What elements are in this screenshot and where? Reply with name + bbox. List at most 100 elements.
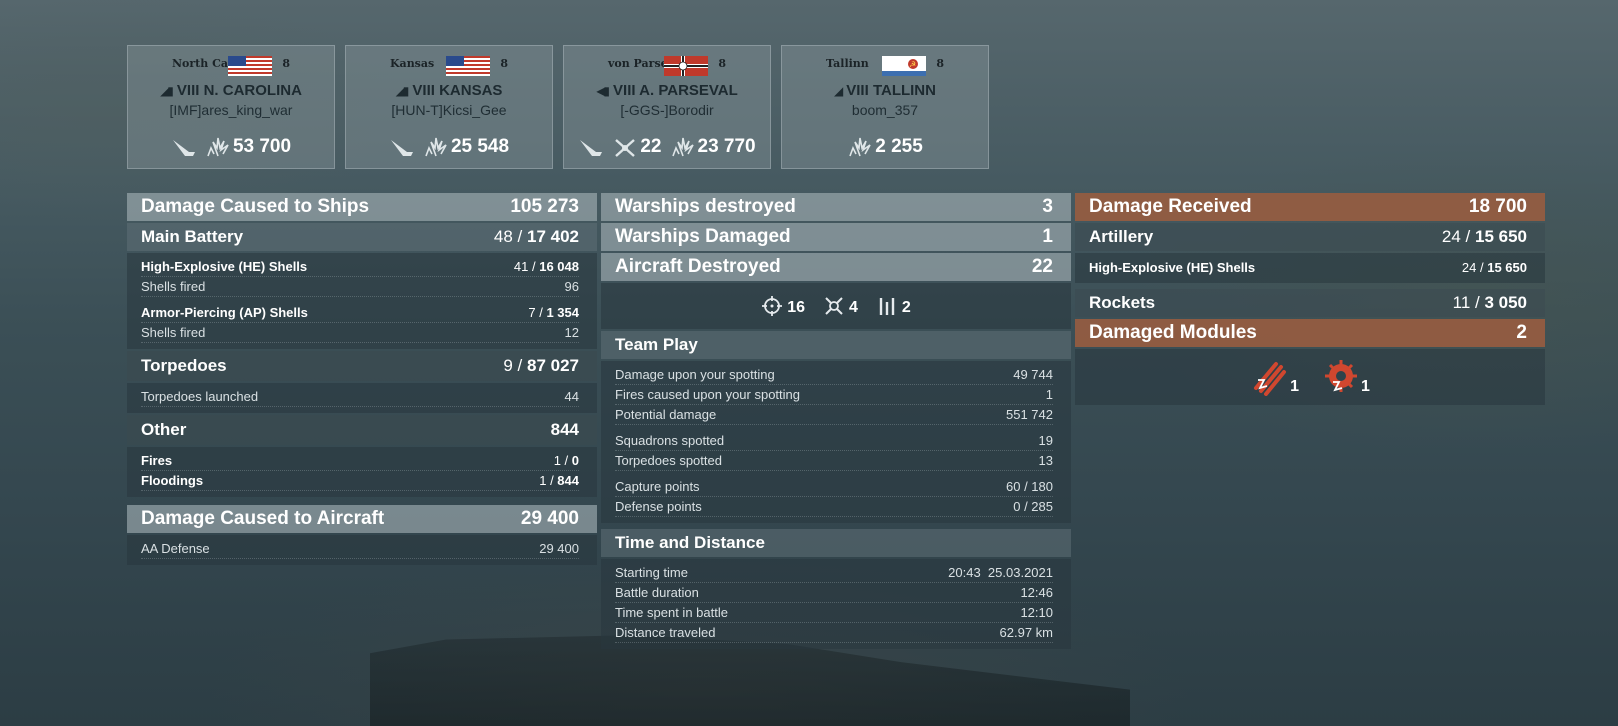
damage-ships-label: Damage Caused to Ships [141, 196, 370, 217]
results-column: Warships destroyed 3 Warships Damaged 1 Ai… [601, 193, 1071, 651]
ship-card[interactable]: von Parseval 8 ◀▮ VIII A. PARSEVAL [-GGS-… [563, 45, 771, 169]
ship-title: N. CAROLINA [203, 82, 302, 99]
ship-card[interactable]: Kansas 8 ◢▮ VIII KANSAS [HUN-T]Kicsi_Gee … [345, 45, 553, 169]
torpedoes-value: 9 / 87 027 [503, 356, 579, 375]
other-header: Other 844 [127, 415, 597, 445]
ship-cards: North Carolina 8 ◢▮ VIII N. CAROLINA [IMF… [127, 45, 989, 169]
player-name: [IMF]ares_king_war [169, 102, 293, 118]
ship-damage: 2 255 [875, 136, 923, 157]
time-distance-block: Starting time 20:43 25.03.2021 Battle dur… [601, 559, 1071, 649]
aircraft-carrier-class-icon: ◀▮ [596, 84, 610, 98]
warships-destroyed-header: Warships destroyed 3 [601, 193, 1071, 221]
ship-card[interactable]: Tallinn ☭ 8 ◢ VIII TALLINN boom_357 2 255 [781, 45, 989, 169]
received-he-row: High-Explosive (HE) Shells 24 / 15 650 [1089, 259, 1527, 275]
ship-title: KANSAS [439, 82, 503, 99]
other-value: 844 [550, 420, 579, 439]
tier-roman: VIII [613, 82, 636, 99]
crosshair-icon [762, 296, 783, 316]
tier-roman: VIII [176, 82, 200, 99]
team-play-row: Squadrons spotted 19 [615, 431, 1053, 451]
damaged-modules-header: Damaged Modules 2 [1075, 319, 1545, 347]
ship-tier: 8 [936, 57, 944, 70]
svg-text:☭: ☭ [909, 60, 916, 69]
damaged-engine-icon [1325, 360, 1357, 392]
player-name: boom_357 [851, 102, 919, 118]
artillery-header: Artillery 24 / 15 650 [1075, 223, 1545, 251]
battleship-class-icon: ◢▮ [395, 84, 410, 98]
ap-shells-row: Armor-Piercing (AP) Shells 7 / 1 354 [141, 303, 579, 323]
damage-aircraft-value: 29 400 [520, 508, 579, 529]
damage-aircraft-label: Damage Caused to Aircraft [141, 508, 385, 529]
germany-flag-icon [664, 56, 708, 76]
team-play-row: Potential damage 551 742 [615, 405, 1053, 425]
other-block: Fires 1 / 0 Floodings 1 / 844 [127, 447, 597, 497]
player-name: [-GGS-]Borodir [620, 102, 714, 118]
rockets-icon [879, 298, 895, 315]
time-distance-row: Distance traveled 62.97 km [615, 623, 1053, 643]
damage-splash-icon [207, 137, 229, 157]
ship-damage: 23 770 [697, 136, 756, 157]
rockets-header: Rockets 11 / 3 050 [1075, 289, 1545, 317]
torpedoes-launched-row: Torpedoes launched 44 [141, 387, 579, 407]
damage-splash-icon [425, 137, 447, 157]
main-battery-value: 48 / 17 402 [493, 227, 579, 246]
tier-roman: VIII [412, 82, 435, 99]
ship-title: TALLINN [872, 82, 936, 99]
damage-ships-value: 105 273 [510, 196, 579, 217]
damage-received-column: Damage Received 18 700 Artillery 24 / 15 … [1075, 193, 1545, 405]
ap-shells-fired-row: Shells fired 12 [141, 323, 579, 343]
usa-flag-icon [446, 56, 490, 76]
team-play-row: Damage upon your spotting 49 744 [615, 365, 1053, 385]
torpedoes-label: Torpedoes [141, 356, 227, 375]
damage-splash-icon [849, 137, 871, 157]
time-distance-row: Time spent in battle 12:10 [615, 603, 1053, 623]
ship-card[interactable]: North Carolina 8 ◢▮ VIII N. CAROLINA [IMF… [127, 45, 335, 169]
aa-block: AA Defense 29 400 [127, 535, 597, 565]
crossed-fighter-icon [825, 297, 843, 315]
aircraft-destroyed-icons: 16 4 2 [601, 283, 1071, 329]
tier-roman: VIII [846, 82, 869, 99]
time-distance-row: Starting time 20:43 25.03.2021 [615, 563, 1053, 583]
damaged-torpedo-tubes-icon [1254, 362, 1287, 396]
ship-name: Kansas [390, 57, 435, 70]
player-name: [HUN-T]Kicsi_Gee [391, 102, 507, 118]
floodings-row: Floodings 1 / 844 [141, 471, 579, 491]
other-label: Other [141, 420, 187, 439]
aircraft-destroyed-header: Aircraft Destroyed 22 [601, 253, 1071, 281]
damaged-modules-icons: 1 1 [1075, 349, 1545, 405]
team-play-row: Fires caused upon your spotting 1 [615, 385, 1053, 405]
ship-tier: 8 [282, 57, 290, 70]
main-battery-header: Main Battery 48 / 17 402 [127, 223, 597, 251]
ship-tier: 8 [500, 57, 508, 70]
damage-aircraft-header: Damage Caused to Aircraft 29 400 [127, 505, 597, 533]
cruiser-class-icon: ◢ [834, 84, 843, 98]
team-play-row: Defense points 0 / 285 [615, 497, 1053, 517]
ship-name: Tallinn [826, 57, 869, 70]
battleship-class-icon: ◢▮ [160, 84, 174, 98]
torpedoes-header: Torpedoes 9 / 87 027 [127, 351, 597, 381]
damage-splash-icon [671, 137, 694, 157]
ship-damage: 53 700 [232, 136, 292, 157]
main-battery-label: Main Battery [141, 227, 244, 246]
ship-tier: 8 [718, 57, 726, 70]
team-play-row: Capture points 60 / 180 [615, 477, 1053, 497]
aa-defense-row: AA Defense 29 400 [141, 539, 579, 559]
sunk-ship-icon [172, 140, 195, 156]
ship-title: A. PARSEVAL [639, 82, 738, 99]
time-distance-row: Battle duration 12:46 [615, 583, 1053, 603]
he-shells-row: High-Explosive (HE) Shells 41 / 16 048 [141, 257, 579, 277]
crossed-plane-icon [615, 139, 636, 157]
sunk-ship-icon [580, 140, 603, 156]
received-he-block: High-Explosive (HE) Shells 24 / 15 650 [1075, 253, 1545, 283]
ship-damage: 25 548 [450, 136, 510, 157]
damage-dealt-column: Damage Caused to Ships 105 273 Main Batt… [127, 193, 597, 567]
he-shells-fired-row: Shells fired 96 [141, 277, 579, 297]
planes-shot-down: 22 [640, 136, 662, 157]
usa-flag-icon [228, 56, 272, 76]
shells-block: High-Explosive (HE) Shells 41 / 16 048 S… [127, 253, 597, 349]
team-play-row: Torpedoes spotted 13 [615, 451, 1053, 471]
warships-damaged-header: Warships Damaged 1 [601, 223, 1071, 251]
damage-ships-header: Damage Caused to Ships 105 273 [127, 193, 597, 221]
team-play-block: Damage upon your spotting 49 744 Fires ca… [601, 361, 1071, 523]
ussr-flag-icon: ☭ [882, 56, 926, 76]
